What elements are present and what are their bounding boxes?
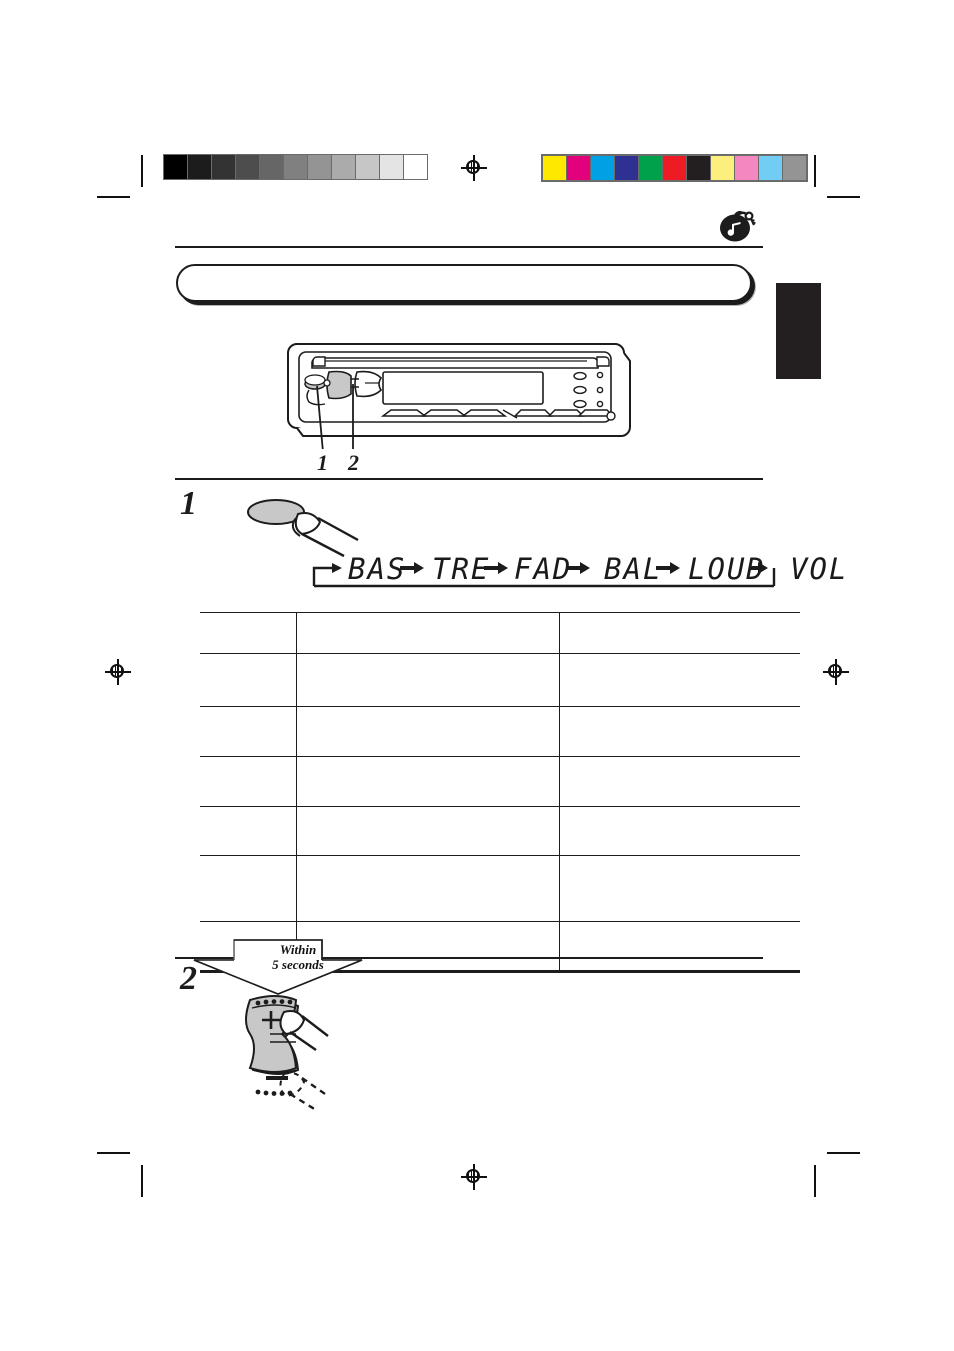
callout-number-2: 2 xyxy=(348,450,359,475)
table-cell-desc xyxy=(296,855,560,922)
registration-target-icon xyxy=(461,155,487,181)
color-swatch xyxy=(759,156,782,180)
gray-swatch xyxy=(356,155,380,179)
crop-mark xyxy=(141,1165,143,1197)
gray-swatch xyxy=(284,155,308,179)
table-row xyxy=(200,855,800,922)
header-rule xyxy=(175,246,763,248)
lcd-mode-bal: BAL xyxy=(604,552,663,586)
table-cell-desc xyxy=(296,756,560,807)
table-cell-desc xyxy=(296,806,560,856)
callout-number-1: 1 xyxy=(317,450,328,475)
gray-swatch xyxy=(404,155,427,179)
within-5-seconds-banner: Within 5 seconds xyxy=(193,938,366,995)
table-cell-mode xyxy=(200,653,297,707)
gray-swatch xyxy=(164,155,188,179)
page-title xyxy=(176,264,752,302)
table-cell-desc xyxy=(296,653,560,707)
table-row xyxy=(200,612,800,654)
table-cell-mode xyxy=(200,756,297,807)
rocker-control-illustration xyxy=(232,992,342,1117)
table-cell-range xyxy=(559,612,800,654)
gray-swatch xyxy=(236,155,260,179)
table-row xyxy=(200,653,800,707)
mode-description-table xyxy=(200,612,800,973)
registration-target-icon xyxy=(461,1164,487,1190)
color-swatch xyxy=(687,156,710,180)
table-row xyxy=(200,706,800,757)
table-cell-mode xyxy=(200,612,297,654)
color-swatch xyxy=(639,156,662,180)
crop-mark xyxy=(97,1152,130,1154)
table-cell-desc xyxy=(296,612,560,654)
registration-target-icon xyxy=(105,659,131,685)
music-bag-key-icon xyxy=(718,203,760,243)
gray-swatch xyxy=(332,155,356,179)
color-swatch xyxy=(591,156,614,180)
banner-line-2: 5 seconds xyxy=(272,957,324,972)
table-row xyxy=(200,756,800,807)
gray-swatch xyxy=(260,155,284,179)
table-cell-range xyxy=(559,855,800,922)
color-swatch xyxy=(663,156,686,180)
lcd-mode-fad: FAD xyxy=(514,552,573,586)
table-cell-mode xyxy=(200,706,297,757)
color-swatch xyxy=(783,156,806,180)
car-stereo-faceplate-illustration xyxy=(287,334,635,449)
color-swatch xyxy=(567,156,590,180)
table-cell-mode xyxy=(200,806,297,856)
table-cell-range xyxy=(559,806,800,856)
table-row xyxy=(200,806,800,856)
color-swatch xyxy=(615,156,638,180)
gray-swatch xyxy=(308,155,332,179)
crop-mark xyxy=(827,1152,860,1154)
gray-swatch xyxy=(188,155,212,179)
grayscale-calibration-bar xyxy=(163,154,428,180)
lcd-mode-tre: TRE xyxy=(432,552,491,586)
gray-swatch xyxy=(212,155,236,179)
step-2-number: 2 xyxy=(180,960,197,997)
lcd-mode-loud: LOUD xyxy=(688,552,766,586)
table-cell-range xyxy=(559,921,800,973)
crop-mark xyxy=(97,196,130,198)
table-cell-mode xyxy=(200,855,297,922)
color-swatch xyxy=(543,156,566,180)
lcd-mode-vol: VOL xyxy=(790,552,849,586)
banner-line-1: Within xyxy=(279,942,317,957)
table-cell-range xyxy=(559,653,800,707)
color-swatch xyxy=(711,156,734,180)
crop-mark xyxy=(814,1165,816,1197)
step-1-number: 1 xyxy=(180,485,197,522)
table-cell-desc xyxy=(296,706,560,757)
table-cell-range xyxy=(559,756,800,807)
registration-target-icon xyxy=(823,659,849,685)
color-calibration-bar xyxy=(541,154,808,182)
crop-mark xyxy=(814,155,816,187)
crop-mark xyxy=(141,155,143,187)
color-swatch xyxy=(735,156,758,180)
chapter-tab xyxy=(776,283,821,379)
table-cell-range xyxy=(559,706,800,757)
step1-separator xyxy=(175,478,763,480)
gray-swatch xyxy=(380,155,404,179)
lcd-mode-bas: BAS xyxy=(348,552,407,586)
crop-mark xyxy=(827,196,860,198)
